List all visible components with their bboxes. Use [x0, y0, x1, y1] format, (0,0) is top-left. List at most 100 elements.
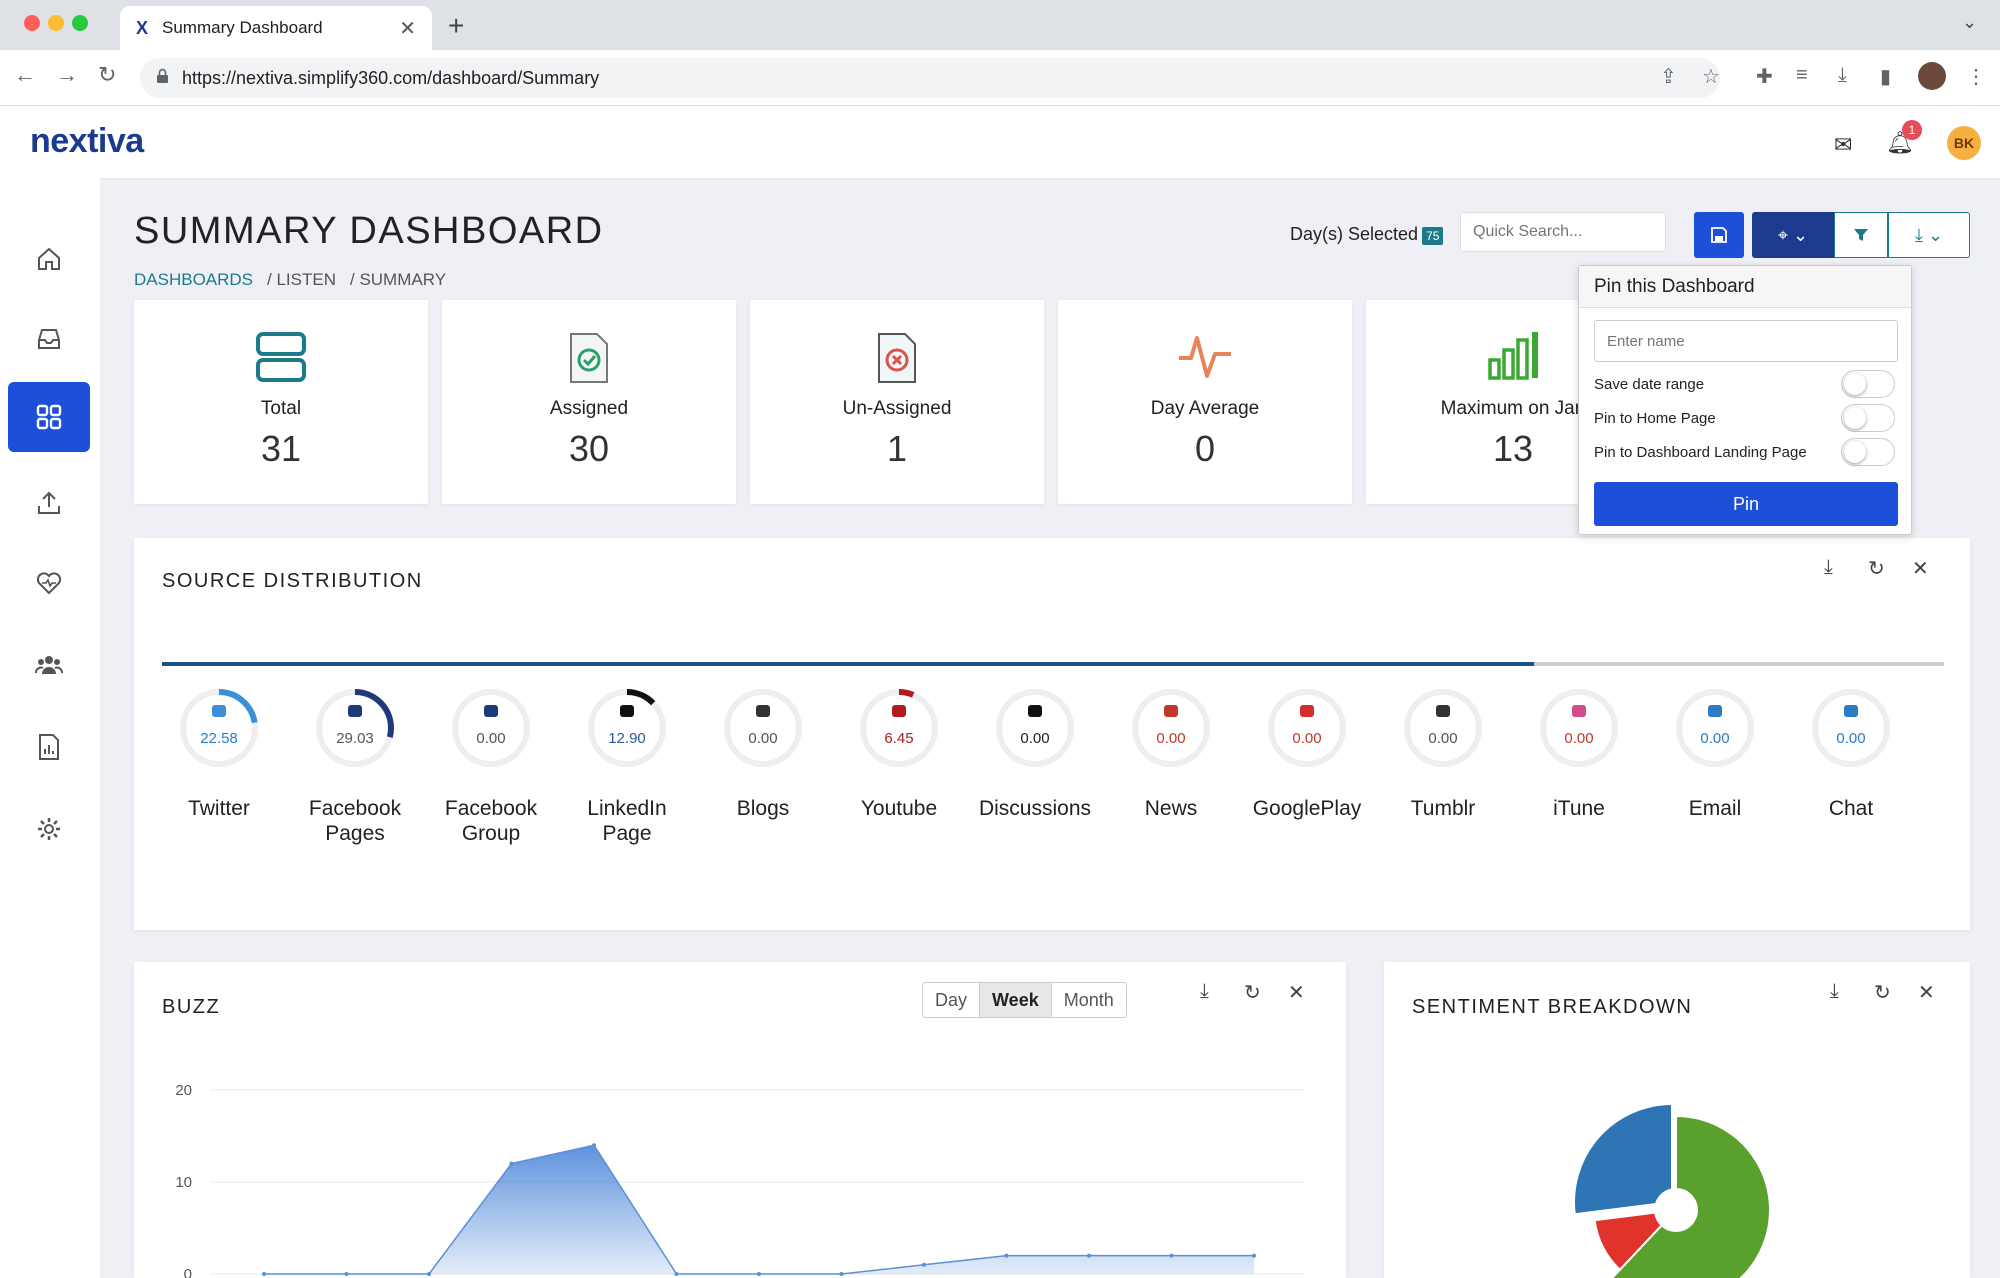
source-donut: 12.90 — [588, 689, 666, 767]
sidebar-item-team[interactable] — [8, 630, 90, 700]
sentiment-breakdown-panel: SENTIMENT BREAKDOWN ⤓ ↻ ✕ — [1384, 962, 1970, 1278]
days-selected-label: Day(s) Selected — [1290, 224, 1419, 244]
back-icon[interactable]: ← — [14, 62, 36, 88]
pin-name-input[interactable] — [1594, 320, 1898, 362]
buzz-point[interactable] — [427, 1272, 431, 1276]
pin-landing-toggle[interactable] — [1841, 438, 1895, 466]
pin-button[interactable]: Pin — [1594, 482, 1898, 526]
nextiva-logo[interactable]: nextiva — [30, 122, 144, 161]
source-item-facebook-pages[interactable]: 29.03 Facebook Pages — [290, 686, 420, 846]
buzz-point[interactable] — [757, 1272, 761, 1276]
buzz-point[interactable] — [1169, 1253, 1174, 1258]
close-window-button[interactable] — [24, 15, 40, 31]
sidebar-item-health[interactable] — [8, 548, 90, 618]
breadcrumb-dashboards[interactable]: DASHBOARDS — [134, 270, 253, 290]
source-item-youtube[interactable]: 6.45 Youtube — [834, 686, 964, 821]
source-donut: 22.58 — [180, 689, 258, 767]
buzz-point[interactable] — [262, 1272, 266, 1276]
download-dropdown-button[interactable]: ⤓ ⌄ — [1888, 212, 1970, 258]
address-bar-row: ← → ↻ https://nextiva.simplify360.com/da… — [0, 50, 2000, 106]
source-item-blogs[interactable]: 0.00 Blogs — [698, 686, 828, 821]
source-progress-track — [162, 662, 1944, 666]
source-item-itune[interactable]: 0.00 iTune — [1514, 686, 1644, 821]
buzz-point[interactable] — [509, 1161, 514, 1166]
source-item-news[interactable]: 0.00 News — [1106, 686, 1236, 821]
days-selected[interactable]: Day(s) Selected 75 — [1290, 224, 1444, 245]
pie-slice[interactable] — [1573, 1102, 1673, 1216]
share-icon[interactable]: ⇪ — [1660, 64, 1677, 89]
extensions-icon[interactable]: ✚ — [1756, 64, 1773, 89]
sidebar-item-home[interactable] — [8, 224, 90, 294]
download-icon[interactable]: ⤓ — [1838, 64, 1847, 87]
source-name: Blogs — [736, 797, 790, 820]
new-tab-button[interactable]: + — [448, 10, 464, 42]
days-selected-badge: 75 — [1422, 227, 1444, 245]
pin-landing-label: Pin to Dashboard Landing Page — [1594, 444, 1807, 461]
source-item-chat[interactable]: 0.00 Chat — [1786, 686, 1916, 821]
source-name: Facebook Pages — [308, 797, 402, 845]
sidepanel-icon[interactable]: ▮ — [1880, 64, 1891, 89]
source-donut: 0.00 — [452, 689, 530, 767]
source-item-facebook-group[interactable]: 0.00 Facebook Group — [426, 686, 556, 846]
buzz-point[interactable] — [839, 1272, 844, 1276]
buzz-panel: BUZZ Day Week Month ⤓ ↻ ✕ 0 10 20 — [134, 962, 1346, 1278]
buzz-point[interactable] — [344, 1272, 349, 1276]
quick-search-input[interactable] — [1460, 212, 1666, 252]
source-value: 0.00 — [1020, 730, 1049, 747]
minimize-window-button[interactable] — [48, 15, 64, 31]
bar-chart-icon — [1488, 332, 1538, 380]
source-item-twitter[interactable]: 22.58 Twitter — [154, 686, 284, 821]
forward-icon[interactable]: → — [56, 62, 78, 88]
source-item-googleplay[interactable]: 0.00 GooglePlay — [1242, 686, 1372, 821]
source-item-tumblr[interactable]: 0.00 Tumblr — [1378, 686, 1508, 821]
buzz-point[interactable] — [592, 1143, 596, 1148]
sidebar-item-settings[interactable] — [8, 794, 90, 864]
close-tab-icon[interactable]: ✕ — [399, 16, 416, 41]
source-value: 22.58 — [200, 730, 238, 747]
sidebar-item-dashboards[interactable] — [8, 382, 90, 452]
buzz-point[interactable] — [922, 1262, 926, 1267]
refresh-icon[interactable]: ↻ — [1868, 556, 1885, 581]
source-name: Chat — [1828, 797, 1874, 820]
mail-icon[interactable]: ✉ — [1834, 132, 1852, 158]
profile-avatar-icon[interactable] — [1918, 62, 1946, 90]
source-value: 12.90 — [608, 730, 646, 747]
buzz-point[interactable] — [1087, 1253, 1091, 1258]
tab-favicon: X — [136, 17, 149, 38]
source-item-email[interactable]: 0.00 Email — [1650, 686, 1780, 821]
user-avatar[interactable]: BK — [1947, 126, 1981, 160]
source-name: Tumblr — [1410, 797, 1476, 820]
source-item-linkedin-page[interactable]: 12.90 LinkedIn Page — [562, 686, 692, 846]
sentiment-pie-chart — [1573, 1102, 1771, 1278]
source-value: 0.00 — [1836, 730, 1865, 747]
download-icon[interactable]: ⤓ — [1824, 556, 1833, 579]
source-donut: 0.00 — [1268, 689, 1346, 767]
url-field[interactable]: https://nextiva.simplify360.com/dashboar… — [140, 58, 1720, 98]
reload-icon[interactable]: ↻ — [98, 62, 116, 88]
source-item-discussions[interactable]: 0.00 Discussions — [970, 686, 1100, 821]
pin-location-button[interactable]: ⌖ ⌄ — [1752, 212, 1834, 258]
source-name: Discussions — [978, 797, 1092, 820]
sidebar-item-reports[interactable] — [8, 712, 90, 782]
tab-search-icon[interactable]: ⌄ — [1962, 12, 1977, 33]
close-icon[interactable]: ✕ — [1912, 556, 1929, 581]
inbox-icon — [38, 329, 60, 349]
breadcrumb-listen[interactable]: / LISTEN — [267, 270, 336, 290]
buzz-point[interactable] — [1252, 1253, 1256, 1258]
more-menu-icon[interactable]: ⋮ — [1966, 64, 1986, 89]
buzz-point[interactable] — [1004, 1253, 1009, 1258]
buzz-point[interactable] — [674, 1272, 679, 1276]
maximize-window-button[interactable] — [72, 15, 88, 31]
save-date-range-toggle[interactable] — [1841, 370, 1895, 398]
stat-value: 1 — [886, 428, 908, 469]
media-icon[interactable]: ≡ — [1796, 64, 1808, 87]
pin-home-toggle[interactable] — [1841, 404, 1895, 432]
save-dashboard-button[interactable] — [1694, 212, 1744, 258]
browser-tab[interactable]: X Summary Dashboard ✕ — [120, 6, 432, 50]
bookmark-star-icon[interactable]: ☆ — [1702, 64, 1720, 89]
filter-button[interactable] — [1834, 212, 1888, 258]
stat-card-assigned: Assigned 30 — [442, 300, 736, 504]
sidebar-item-publish[interactable] — [8, 468, 90, 538]
y-tick-label: 0 — [184, 1266, 192, 1278]
sidebar-item-inbox[interactable] — [8, 304, 90, 374]
